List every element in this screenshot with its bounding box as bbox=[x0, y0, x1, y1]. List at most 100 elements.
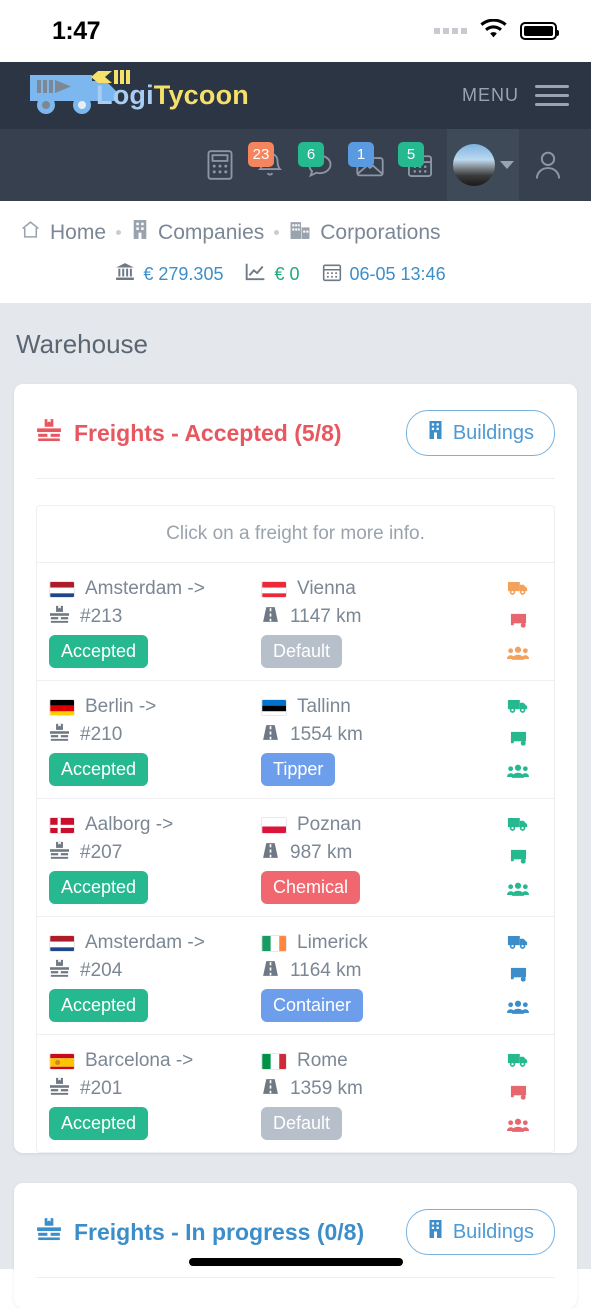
truck-action-icon[interactable] bbox=[507, 579, 529, 601]
status-badge: Accepted bbox=[49, 753, 149, 786]
buildings-button-label: Buildings bbox=[452, 421, 534, 444]
flag-dk-icon bbox=[49, 816, 75, 834]
flag-nl-icon bbox=[49, 580, 75, 598]
flag-ie-icon bbox=[261, 934, 287, 952]
stat-balance-value: € 279.305 bbox=[143, 264, 224, 284]
trailer-action-icon[interactable] bbox=[509, 730, 528, 752]
ios-status-bar: 1:47 bbox=[0, 0, 591, 62]
breadcrumb-item-home[interactable]: Home bbox=[20, 219, 106, 246]
row-destination-column: Limerick 1164 km Container bbox=[261, 929, 492, 1022]
freight-id: #207 bbox=[80, 842, 123, 863]
account-dropdown[interactable] bbox=[447, 129, 519, 201]
chat-icon[interactable]: 6 bbox=[297, 142, 343, 188]
user-icon[interactable] bbox=[523, 149, 573, 181]
building-icon bbox=[427, 1219, 444, 1245]
breadcrumb-item-corporations[interactable]: Corporations bbox=[289, 219, 441, 246]
destination-label: Poznan bbox=[297, 814, 362, 835]
stat-datetime: 06-05 13:46 bbox=[322, 262, 446, 287]
flag-it-icon bbox=[261, 1052, 287, 1070]
calendar-icon bbox=[322, 262, 342, 287]
origin-label: Aalborg -> bbox=[85, 814, 174, 835]
table-row[interactable]: Amsterdam -> #213 Accepted Vienna 1147 k… bbox=[37, 563, 554, 681]
row-actions bbox=[492, 929, 544, 1020]
breadcrumb-item-companies[interactable]: Companies bbox=[131, 219, 264, 246]
bell-icon[interactable]: 23 bbox=[247, 142, 293, 188]
trailer-action-icon[interactable] bbox=[509, 966, 528, 988]
pallet-icon bbox=[49, 605, 70, 630]
page-content: Warehouse Freights - Accepted (5/8) Buil… bbox=[0, 303, 591, 1308]
status-badge: Accepted bbox=[49, 871, 149, 904]
cargo-type-badge: Tipper bbox=[261, 753, 336, 786]
cargo-type-badge: Container bbox=[261, 989, 364, 1022]
bank-icon bbox=[115, 262, 135, 287]
trailer-action-icon[interactable] bbox=[509, 612, 528, 634]
distance-label: 1359 km bbox=[290, 1078, 363, 1099]
trailer-action-icon[interactable] bbox=[509, 1084, 528, 1106]
freights-in-progress-card: Freights - In progress (0/8) Buildings bbox=[14, 1183, 577, 1308]
calculator-icon[interactable] bbox=[197, 142, 243, 188]
status-badge: Accepted bbox=[49, 635, 149, 668]
freight-id-line: #204 bbox=[49, 957, 261, 985]
pallet-icon bbox=[49, 723, 70, 748]
destination-label: Vienna bbox=[297, 578, 356, 599]
brand-name-tycoon: Tycoon bbox=[153, 80, 249, 110]
avatar bbox=[452, 144, 495, 186]
mail-badge: 1 bbox=[348, 142, 374, 167]
breadcrumb-label-corporations: Corporations bbox=[320, 220, 441, 244]
hamburger-icon[interactable] bbox=[535, 85, 569, 106]
corporations-icon bbox=[289, 219, 311, 246]
notifications-bar: 23 6 1 5 bbox=[0, 129, 591, 201]
chart-line-icon bbox=[245, 262, 266, 287]
pallet-icon bbox=[49, 1077, 70, 1102]
row-destination-column: Vienna 1147 km Default bbox=[261, 575, 492, 668]
drivers-action-icon[interactable] bbox=[507, 881, 529, 902]
stat-balance: € 279.305 bbox=[115, 262, 223, 287]
chevron-down-icon[interactable] bbox=[499, 161, 514, 169]
freight-id-line: #213 bbox=[49, 603, 261, 631]
row-origin-column: Barcelona -> #201 Accepted bbox=[49, 1047, 261, 1140]
mail-icon[interactable]: 1 bbox=[347, 142, 393, 188]
truck-action-icon[interactable] bbox=[507, 697, 529, 719]
calendar-badge: 5 bbox=[398, 142, 424, 167]
buildings-button-progress[interactable]: Buildings bbox=[405, 1209, 555, 1255]
destination-label: Limerick bbox=[297, 932, 368, 953]
freight-hint: Click on a freight for more info. bbox=[37, 506, 554, 563]
table-row[interactable]: Berlin -> #210 Accepted Tallinn 1554 km … bbox=[37, 681, 554, 799]
trailer-action-icon[interactable] bbox=[509, 848, 528, 870]
flag-nl-icon bbox=[49, 934, 75, 952]
truck-action-icon[interactable] bbox=[507, 815, 529, 837]
buildings-button-accepted[interactable]: Buildings bbox=[405, 410, 555, 456]
freights-table: Click on a freight for more info. Amster… bbox=[36, 505, 555, 1153]
breadcrumb-separator bbox=[116, 230, 122, 235]
truck-action-icon[interactable] bbox=[507, 1051, 529, 1073]
breadcrumb-separator bbox=[274, 230, 280, 235]
drivers-action-icon[interactable] bbox=[507, 763, 529, 784]
building-icon bbox=[131, 219, 149, 246]
breadcrumb-label-home: Home bbox=[50, 220, 107, 244]
cargo-type-badge: Default bbox=[261, 635, 343, 668]
progress-card-title: Freights - In progress (0/8) bbox=[36, 1217, 364, 1247]
breadcrumb: Home Companies Corporations bbox=[0, 201, 591, 246]
menu-toggle[interactable]: MENU bbox=[462, 85, 569, 106]
drivers-action-icon[interactable] bbox=[507, 999, 529, 1020]
menu-label: MENU bbox=[462, 85, 519, 105]
calendar-icon[interactable]: 5 bbox=[397, 142, 443, 188]
distance-line: 1147 km bbox=[261, 603, 492, 631]
drivers-action-icon[interactable] bbox=[507, 645, 529, 666]
drivers-action-icon[interactable] bbox=[507, 1117, 529, 1138]
distance-line: 1554 km bbox=[261, 721, 492, 749]
table-row[interactable]: Barcelona -> #201 Accepted Rome 1359 km … bbox=[37, 1035, 554, 1152]
pallet-icon bbox=[36, 418, 62, 448]
home-icon bbox=[20, 219, 41, 246]
origin-line: Amsterdam -> bbox=[49, 575, 261, 603]
row-actions bbox=[492, 575, 544, 666]
freight-id-line: #210 bbox=[49, 721, 261, 749]
brand-logo[interactable]: LogiTycoon bbox=[26, 67, 249, 124]
row-actions bbox=[492, 693, 544, 784]
freight-id-line: #207 bbox=[49, 839, 261, 867]
table-row[interactable]: Amsterdam -> #204 Accepted Limerick 1164… bbox=[37, 917, 554, 1035]
row-destination-column: Poznan 987 km Chemical bbox=[261, 811, 492, 904]
row-origin-column: Aalborg -> #207 Accepted bbox=[49, 811, 261, 904]
truck-action-icon[interactable] bbox=[507, 933, 529, 955]
table-row[interactable]: Aalborg -> #207 Accepted Poznan 987 km C… bbox=[37, 799, 554, 917]
